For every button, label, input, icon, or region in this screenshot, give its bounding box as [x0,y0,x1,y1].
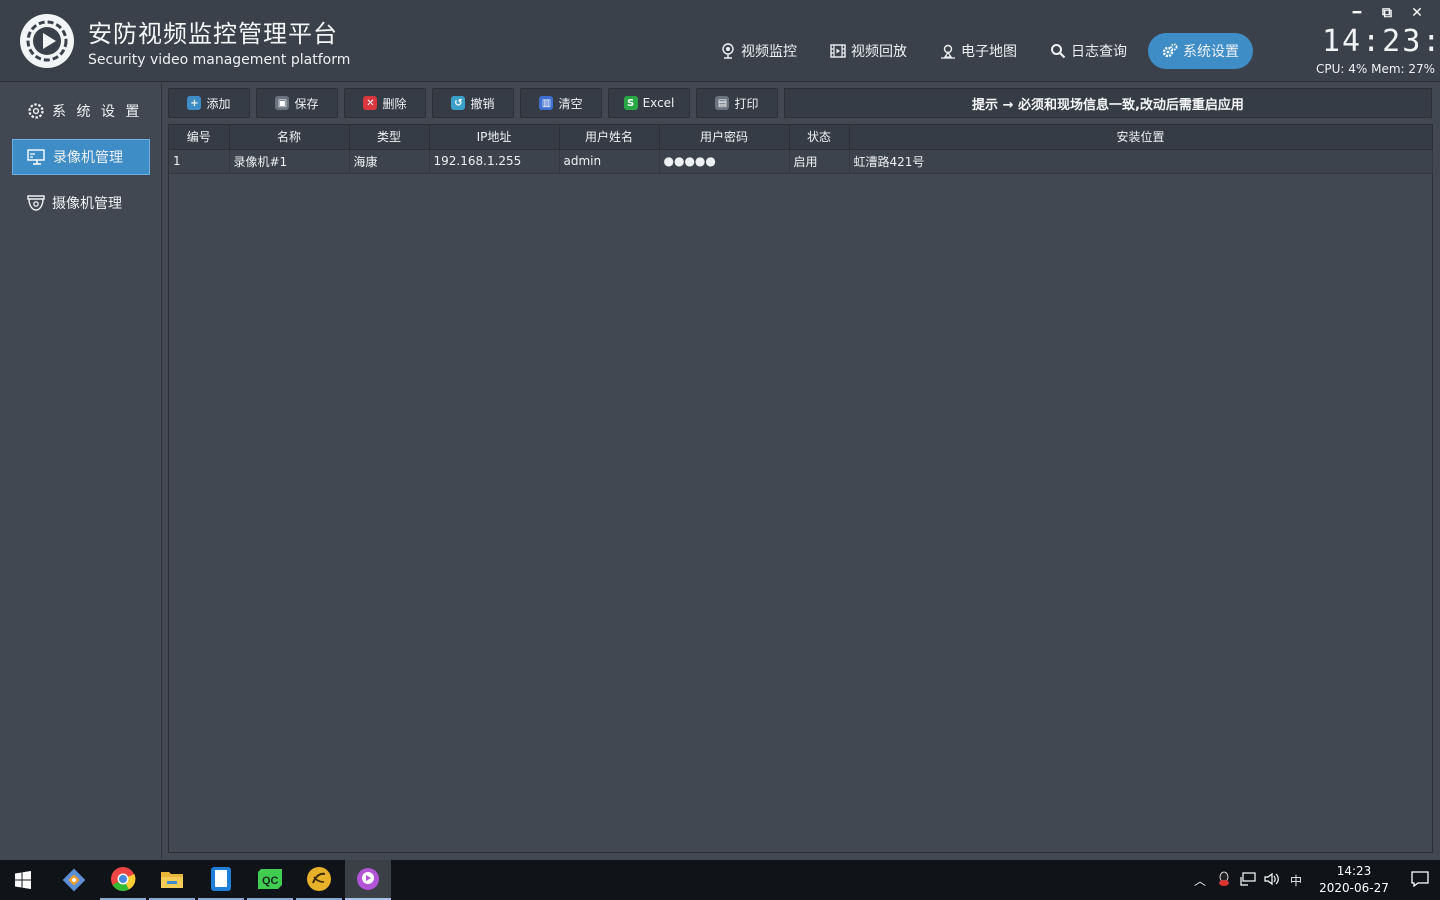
plus-icon: + [187,96,202,110]
ime-indicator[interactable]: 中 [1284,872,1308,889]
sidebar-header-label: 系 统 设 置 [52,104,143,120]
toolbar-button-4[interactable]: ▥ 清空 [520,88,602,118]
toolbar-button-2[interactable]: ✕ 删除 [344,88,426,118]
toolbar-button-label: 添加 [206,96,231,111]
restore-icon[interactable]: ⧉ [1372,4,1402,22]
nav-system-settings[interactable]: 系统设置 [1148,33,1253,69]
qq-icon[interactable] [1212,871,1236,890]
table-cell[interactable]: 启用 [789,149,850,174]
column-header[interactable]: 安装位置 [849,125,1433,150]
sidebar-item-label: 录像机管理 [53,150,123,166]
system-usage: CPU: 4% Mem: 27% [1316,62,1436,76]
toolbar-button-label: 打印 [734,96,759,111]
webcam-icon [722,43,734,59]
svg-text:QC: QC [262,875,279,887]
table-cell[interactable]: 海康 [349,149,430,174]
minimize-icon[interactable]: ━ [1342,4,1372,22]
search-icon [1051,44,1066,59]
table-cell[interactable]: admin [559,149,660,174]
column-header[interactable]: 类型 [349,125,430,150]
column-header[interactable]: 编号 [169,125,230,150]
table-header: 编号 名称 类型 IP地址 用户姓名 用户密码 状态 安装位置 [169,125,1433,150]
title-bar: 安防视频监控管理平台 Security video management pla… [0,0,1440,82]
delete-icon: ✕ [363,96,378,110]
digital-clock: 14:23:57 [1322,24,1440,59]
floppy-icon: ▣ [275,96,290,110]
app-icon[interactable] [296,860,342,900]
monitor-icon [27,149,45,165]
chevron-up-icon[interactable]: ︿ [1188,872,1212,889]
notification-icon[interactable] [1400,870,1440,890]
gears-icon [1162,43,1178,58]
table-cell[interactable]: 虹漕路421号 [849,149,1433,174]
sidebar-item-label: 摄像机管理 [52,196,122,212]
toolbar-button-3[interactable]: ↺ 撤销 [432,88,514,118]
nav-label: 视频回放 [851,44,907,60]
phone-app-icon[interactable] [198,860,244,900]
column-header[interactable]: IP地址 [429,125,560,150]
windows-taskbar: QC ︿ 中 14:23 2020-06-27 [0,860,1440,900]
toolbar-button-label: 保存 [294,96,319,111]
volume-icon[interactable] [1260,872,1284,889]
nav-video-monitor[interactable]: 视频监控 [708,33,809,69]
table-cell[interactable]: 录像机#1 [229,149,350,174]
table-cell[interactable]: ●●●●● [659,149,790,174]
recorder-table: 编号 名称 类型 IP地址 用户姓名 用户密码 状态 安装位置 1 录像机#1 海康 192.168… [168,124,1433,853]
toolbar-button-0[interactable]: + 添加 [168,88,250,118]
close-icon[interactable]: ✕ [1402,4,1432,22]
sidebar: 系 统 设 置 录像机管理 摄像机管理 [0,83,162,859]
app-logo-icon [20,14,74,68]
camera-icon [27,195,45,211]
app-subtitle: Security video management platform [88,52,351,68]
toolbar-button-label: 清空 [558,96,583,111]
column-header[interactable]: 用户密码 [659,125,790,150]
sidebar-header-system-settings[interactable]: 系 统 设 置 [12,93,150,129]
column-header[interactable]: 名称 [229,125,350,150]
start-icon[interactable] [0,860,46,900]
taskbar-date: 2020-06-27 [1319,881,1389,895]
film-icon [830,44,846,58]
nav-label: 电子地图 [961,44,1017,60]
gear-icon [28,103,44,119]
sidebar-item-recorder-management[interactable]: 录像机管理 [12,139,150,175]
table-row[interactable]: 1 录像机#1 海康 192.168.1.255 admin ●●●●● 启用 虹漕路421号 [169,149,1433,174]
nav-video-playback[interactable]: 视频回放 [818,33,919,69]
column-header[interactable]: 状态 [789,125,850,150]
nav-log-query[interactable]: 日志查询 [1038,33,1139,69]
hint-banner: 提示 → 必须和现场信息一致,改动后需重启应用 [784,88,1432,118]
toolbar-button-5[interactable]: S Excel [608,88,690,118]
toolbar-button-label: 撤销 [470,96,495,111]
window-controls: ━ ⧉ ✕ [1342,4,1432,22]
network-icon[interactable] [1236,871,1260,889]
column-header[interactable]: 用户姓名 [559,125,660,150]
main-nav: 视频监控 视频回放 电子地图 日志查询 系统设置 [708,33,1262,69]
taskbar-time: 14:23 [1336,864,1372,878]
file-explorer-icon[interactable] [149,860,195,900]
map-pin-icon [941,44,955,59]
qtcreator-icon[interactable]: QC [247,860,293,900]
nav-label: 视频监控 [741,44,797,60]
excel-icon: S [623,96,638,110]
toolbar: + 添加 ▣ 保存 ✕ 删除 ↺ 撤销 ▥ 清空 S Excel ▤ 打印 [168,88,784,118]
nav-label: 日志查询 [1071,44,1127,60]
nav-label: 系统设置 [1183,44,1239,60]
system-tray: ︿ 中 14:23 2020-06-27 [1188,860,1440,900]
chrome-icon[interactable] [100,860,146,900]
toolbar-button-6[interactable]: ▤ 打印 [696,88,778,118]
video-app-icon[interactable] [345,860,391,900]
git-icon[interactable] [51,860,97,900]
toolbar-button-label: 删除 [382,96,407,111]
table-cell[interactable]: 1 [169,149,230,174]
toolbar-button-1[interactable]: ▣ 保存 [256,88,338,118]
sidebar-item-camera-management[interactable]: 摄像机管理 [12,185,150,221]
undo-icon: ↺ [451,96,466,110]
trash-icon: ▥ [539,96,554,110]
toolbar-button-label: Excel [642,96,675,110]
app-title: 安防视频监控管理平台 [88,20,338,48]
taskbar-clock[interactable]: 14:23 2020-06-27 [1314,863,1394,897]
nav-e-map[interactable]: 电子地图 [928,33,1029,69]
printer-icon: ▤ [715,96,730,110]
table-cell[interactable]: 192.168.1.255 [429,149,560,174]
